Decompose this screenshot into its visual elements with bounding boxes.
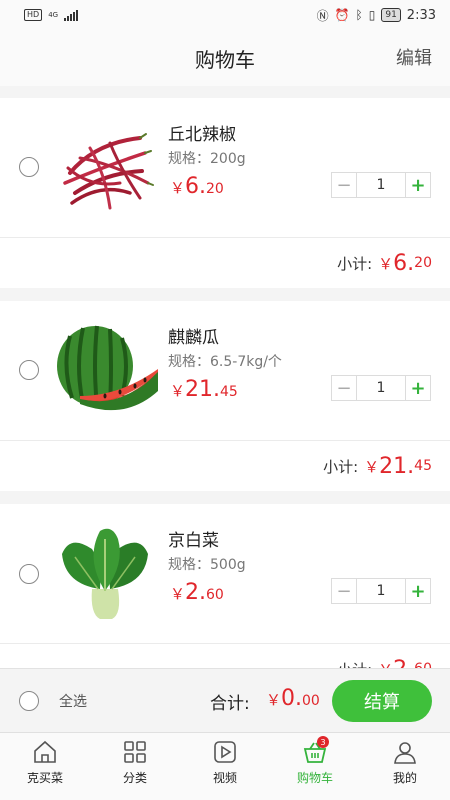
tab-category[interactable]: 分类 bbox=[90, 733, 180, 800]
quantity-stepper: − 1 + bbox=[331, 375, 431, 401]
tab-label: 分类 bbox=[122, 771, 147, 785]
quantity-input[interactable]: 1 bbox=[357, 173, 405, 197]
cart-count-badge: 3 bbox=[317, 736, 329, 748]
home-icon bbox=[34, 740, 56, 763]
subtotal-label: 小计: bbox=[323, 457, 359, 476]
clock: 2:33 bbox=[406, 7, 436, 23]
increase-button[interactable]: + bbox=[405, 579, 430, 603]
user-icon bbox=[394, 742, 416, 764]
bluetooth-icon: ᛒ bbox=[355, 8, 363, 22]
item-select-radio[interactable] bbox=[19, 360, 39, 380]
watermelon-image bbox=[57, 325, 158, 411]
tab-label: 购物车 bbox=[296, 771, 333, 785]
tab-label: 克买菜 bbox=[26, 771, 63, 785]
tab-cart[interactable]: 3 购物车 bbox=[270, 733, 360, 800]
cart-item: 麒麟瓜 规格：6.5-7kg/个 ￥21.45 − 1 + 小计: ￥ 21. 45 bbox=[0, 301, 450, 491]
product-spec: 规格：6.5-7kg/个 bbox=[168, 354, 282, 370]
network-indicator: 4G bbox=[48, 10, 59, 19]
battery-icon: 91 bbox=[381, 8, 401, 22]
product-price: ￥21.45 bbox=[170, 377, 238, 402]
product-price: ￥2.60 bbox=[170, 580, 224, 605]
page-title: 购物车 bbox=[195, 47, 255, 72]
tab-bar: 克买菜 分类 视频 3 购物车 我的 bbox=[0, 732, 450, 800]
decrease-button[interactable]: − bbox=[332, 579, 357, 603]
quantity-input[interactable]: 1 bbox=[357, 579, 405, 603]
select-all-label[interactable]: 全选 bbox=[59, 691, 87, 711]
subtotal-label: 小计: bbox=[337, 254, 373, 273]
product-spec: 规格：200g bbox=[168, 151, 246, 167]
tab-label: 我的 bbox=[392, 771, 417, 785]
edit-button[interactable]: 编辑 bbox=[396, 44, 432, 70]
page-header: 购物车 编辑 bbox=[0, 30, 450, 86]
tab-video[interactable]: 视频 bbox=[180, 733, 270, 800]
total-label: 合计: bbox=[210, 694, 250, 714]
product-name: 京白菜 bbox=[168, 531, 219, 551]
vibrate-icon: ▯ bbox=[368, 8, 376, 22]
quantity-input[interactable]: 1 bbox=[357, 376, 405, 400]
play-icon bbox=[214, 741, 236, 763]
bok-choy-image bbox=[62, 528, 148, 619]
tab-profile[interactable]: 我的 bbox=[360, 733, 450, 800]
hd-indicator: HD bbox=[24, 9, 43, 21]
grid-icon bbox=[124, 741, 146, 763]
quantity-stepper: − 1 + bbox=[331, 172, 431, 198]
tab-label: 视频 bbox=[212, 771, 237, 785]
cart-item: 丘北辣椒 规格：200g ￥6.20 − 1 + 小计: ￥ 6. 20 bbox=[0, 98, 450, 288]
subtotal-value: 6. bbox=[393, 250, 415, 276]
checkout-bar: 全选 合计: ￥0.00 结算 bbox=[0, 668, 450, 732]
tab-home[interactable]: 克买菜 bbox=[0, 733, 90, 800]
product-name: 麒麟瓜 bbox=[168, 328, 219, 348]
subtotal-value: 21. bbox=[379, 453, 415, 479]
product-price: ￥6.20 bbox=[170, 174, 224, 199]
product-name: 丘北辣椒 bbox=[168, 125, 236, 145]
item-select-radio[interactable] bbox=[19, 564, 39, 584]
total-price: ￥0.00 bbox=[266, 686, 320, 711]
checkout-button[interactable]: 结算 bbox=[332, 680, 432, 722]
select-all-radio[interactable] bbox=[19, 691, 39, 711]
chili-pepper-image bbox=[63, 133, 154, 210]
item-select-radio[interactable] bbox=[19, 157, 39, 177]
decrease-button[interactable]: − bbox=[332, 376, 357, 400]
signal-icon bbox=[64, 9, 79, 21]
item-subtotal: 小计: ￥ 6. 20 bbox=[337, 250, 432, 276]
increase-button[interactable]: + bbox=[405, 173, 430, 197]
status-bar: HD 4G Ⓝ ⏰ ᛒ ▯ 91 2:33 bbox=[0, 0, 450, 30]
quantity-stepper: − 1 + bbox=[331, 578, 431, 604]
cart-item: 京白菜 规格：500g ￥2.60 − 1 + 小计: ￥2.60 bbox=[0, 504, 450, 694]
decrease-button[interactable]: − bbox=[332, 173, 357, 197]
nfc-icon: Ⓝ bbox=[316, 8, 329, 23]
item-subtotal: 小计: ￥ 21. 45 bbox=[323, 453, 432, 479]
alarm-icon: ⏰ bbox=[334, 8, 350, 22]
product-spec: 规格：500g bbox=[168, 557, 246, 573]
increase-button[interactable]: + bbox=[405, 376, 430, 400]
